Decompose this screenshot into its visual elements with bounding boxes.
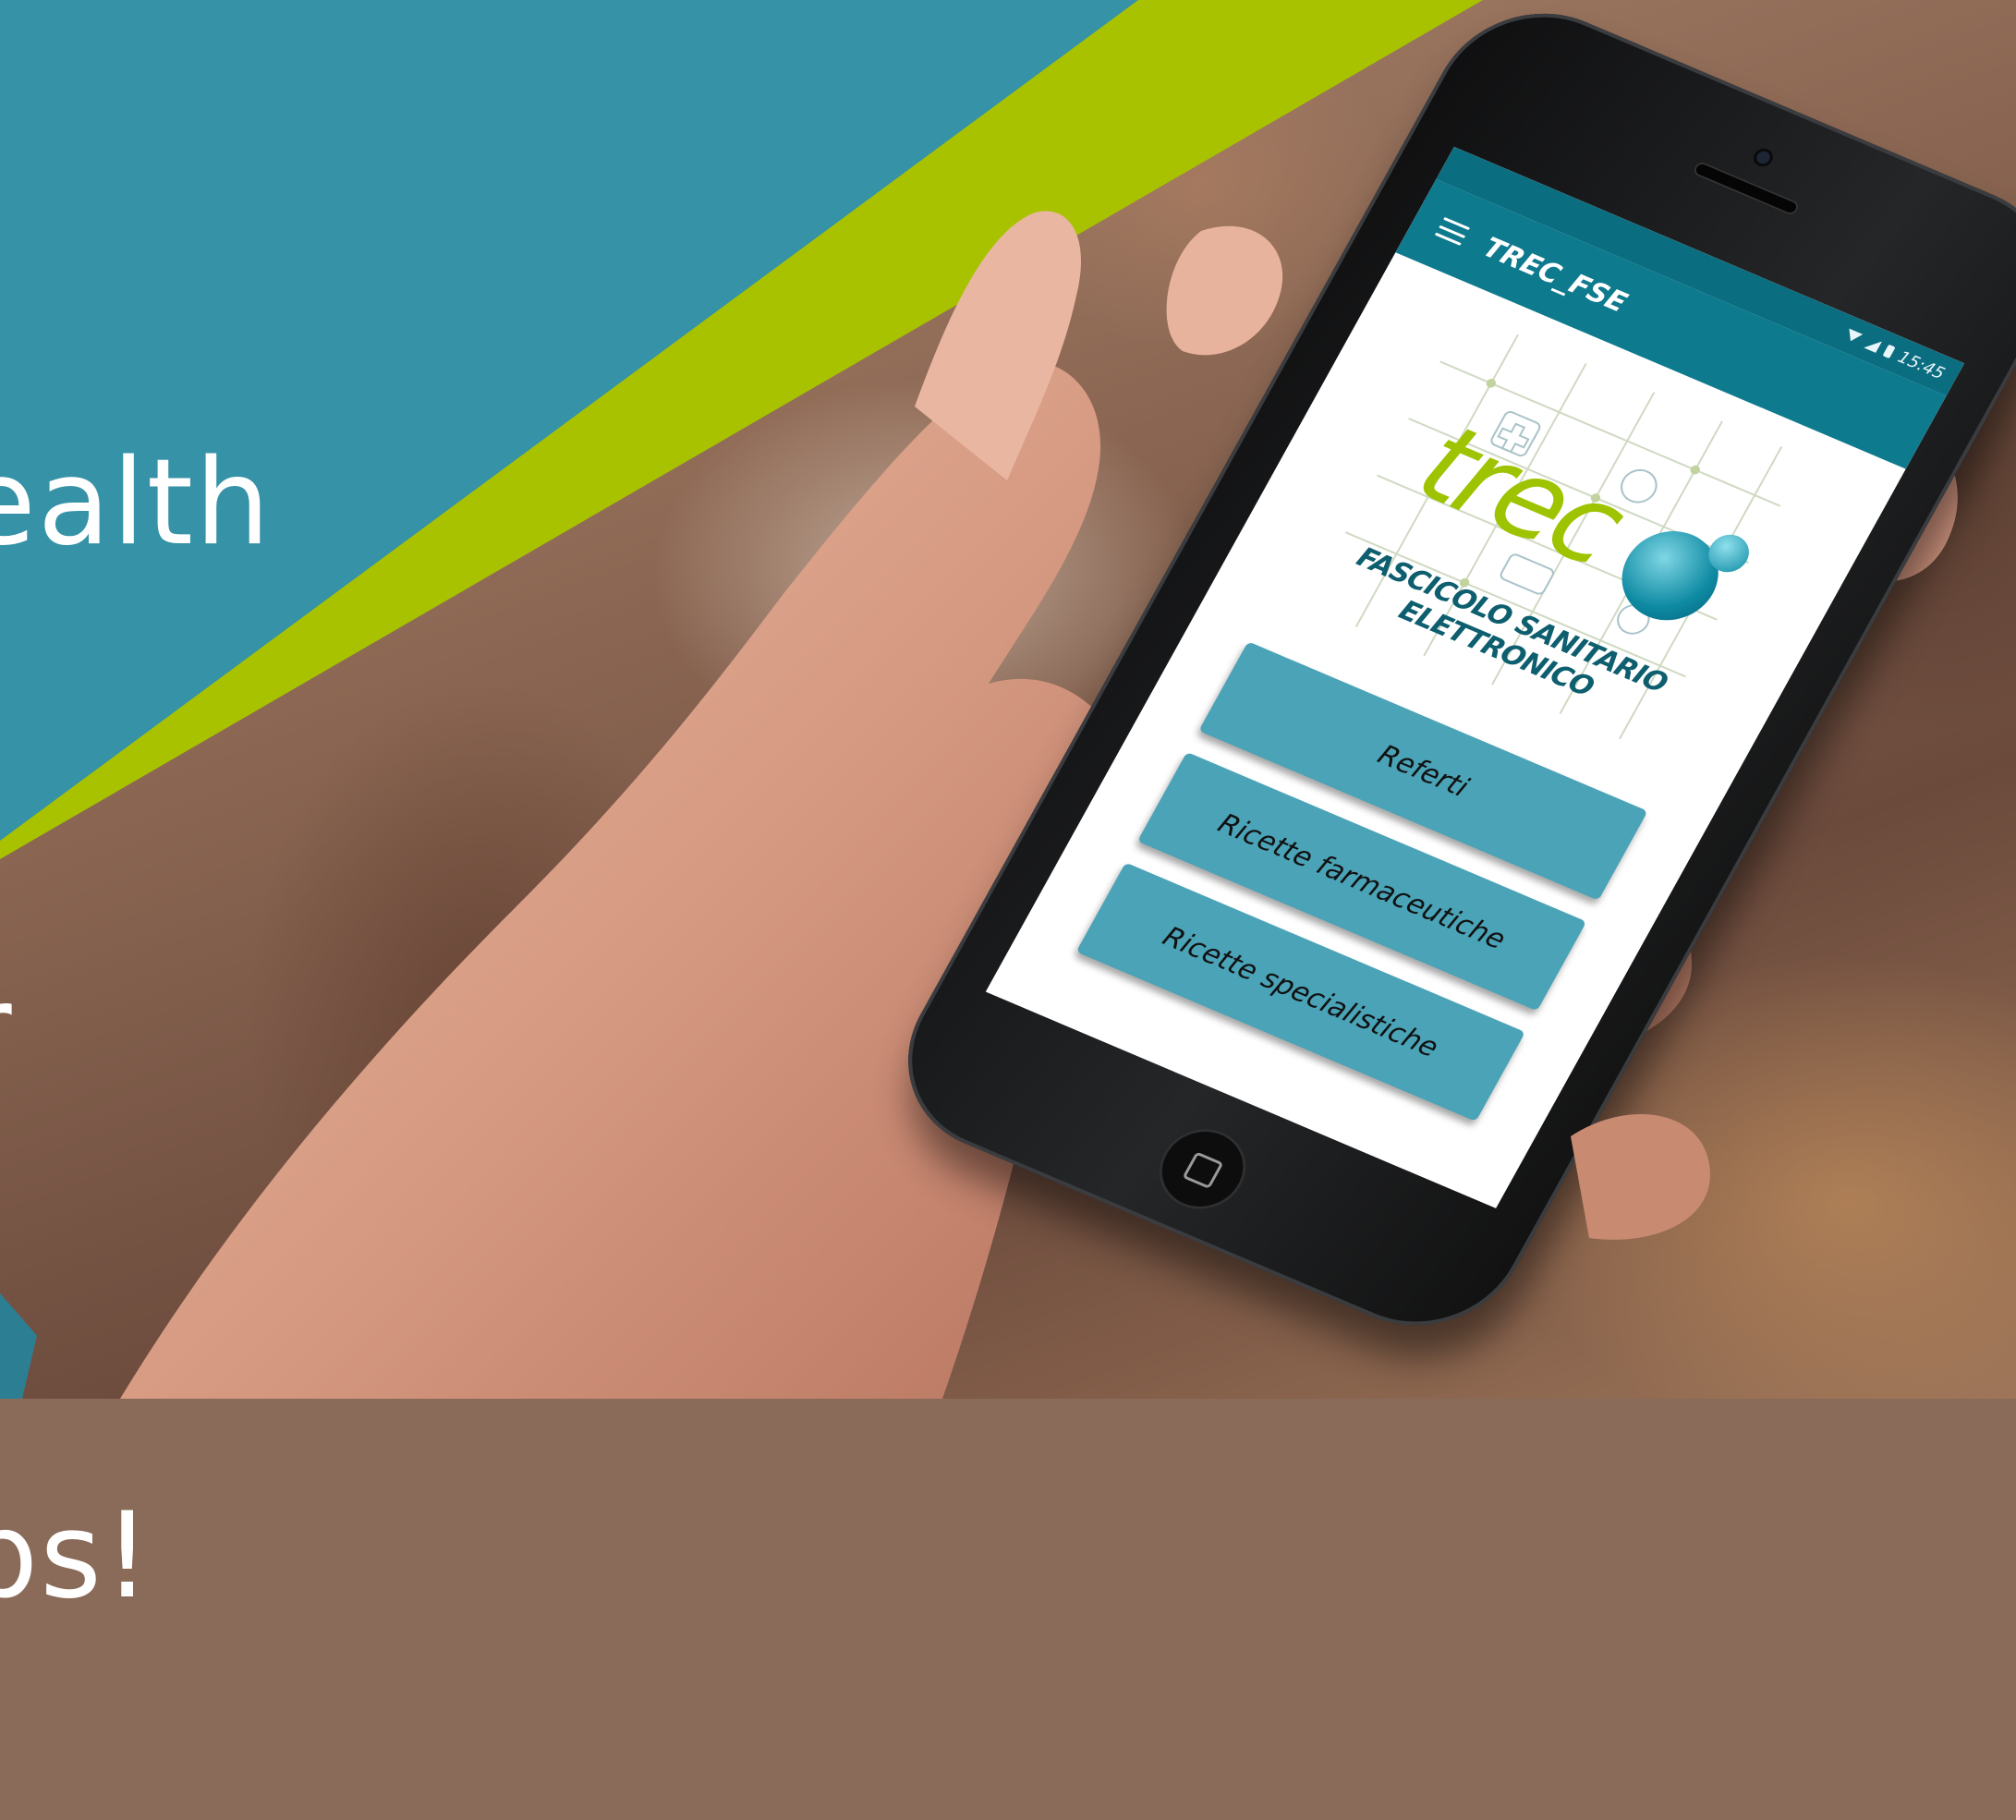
headline-line-1: ealth	[0, 434, 273, 572]
menu-icon[interactable]	[1434, 216, 1471, 246]
wifi-icon	[1843, 328, 1864, 345]
battery-icon	[1882, 344, 1896, 359]
earpiece-speaker	[1691, 160, 1802, 217]
home-square-icon	[1182, 1151, 1224, 1190]
headline-line-3: ps!	[0, 1487, 153, 1625]
banner-headline: ealth r ps!	[0, 65, 272, 1820]
signal-icon	[1864, 336, 1883, 353]
home-button[interactable]	[1144, 1116, 1261, 1222]
front-camera	[1750, 145, 1777, 170]
headline-line-2: r	[0, 942, 272, 1118]
